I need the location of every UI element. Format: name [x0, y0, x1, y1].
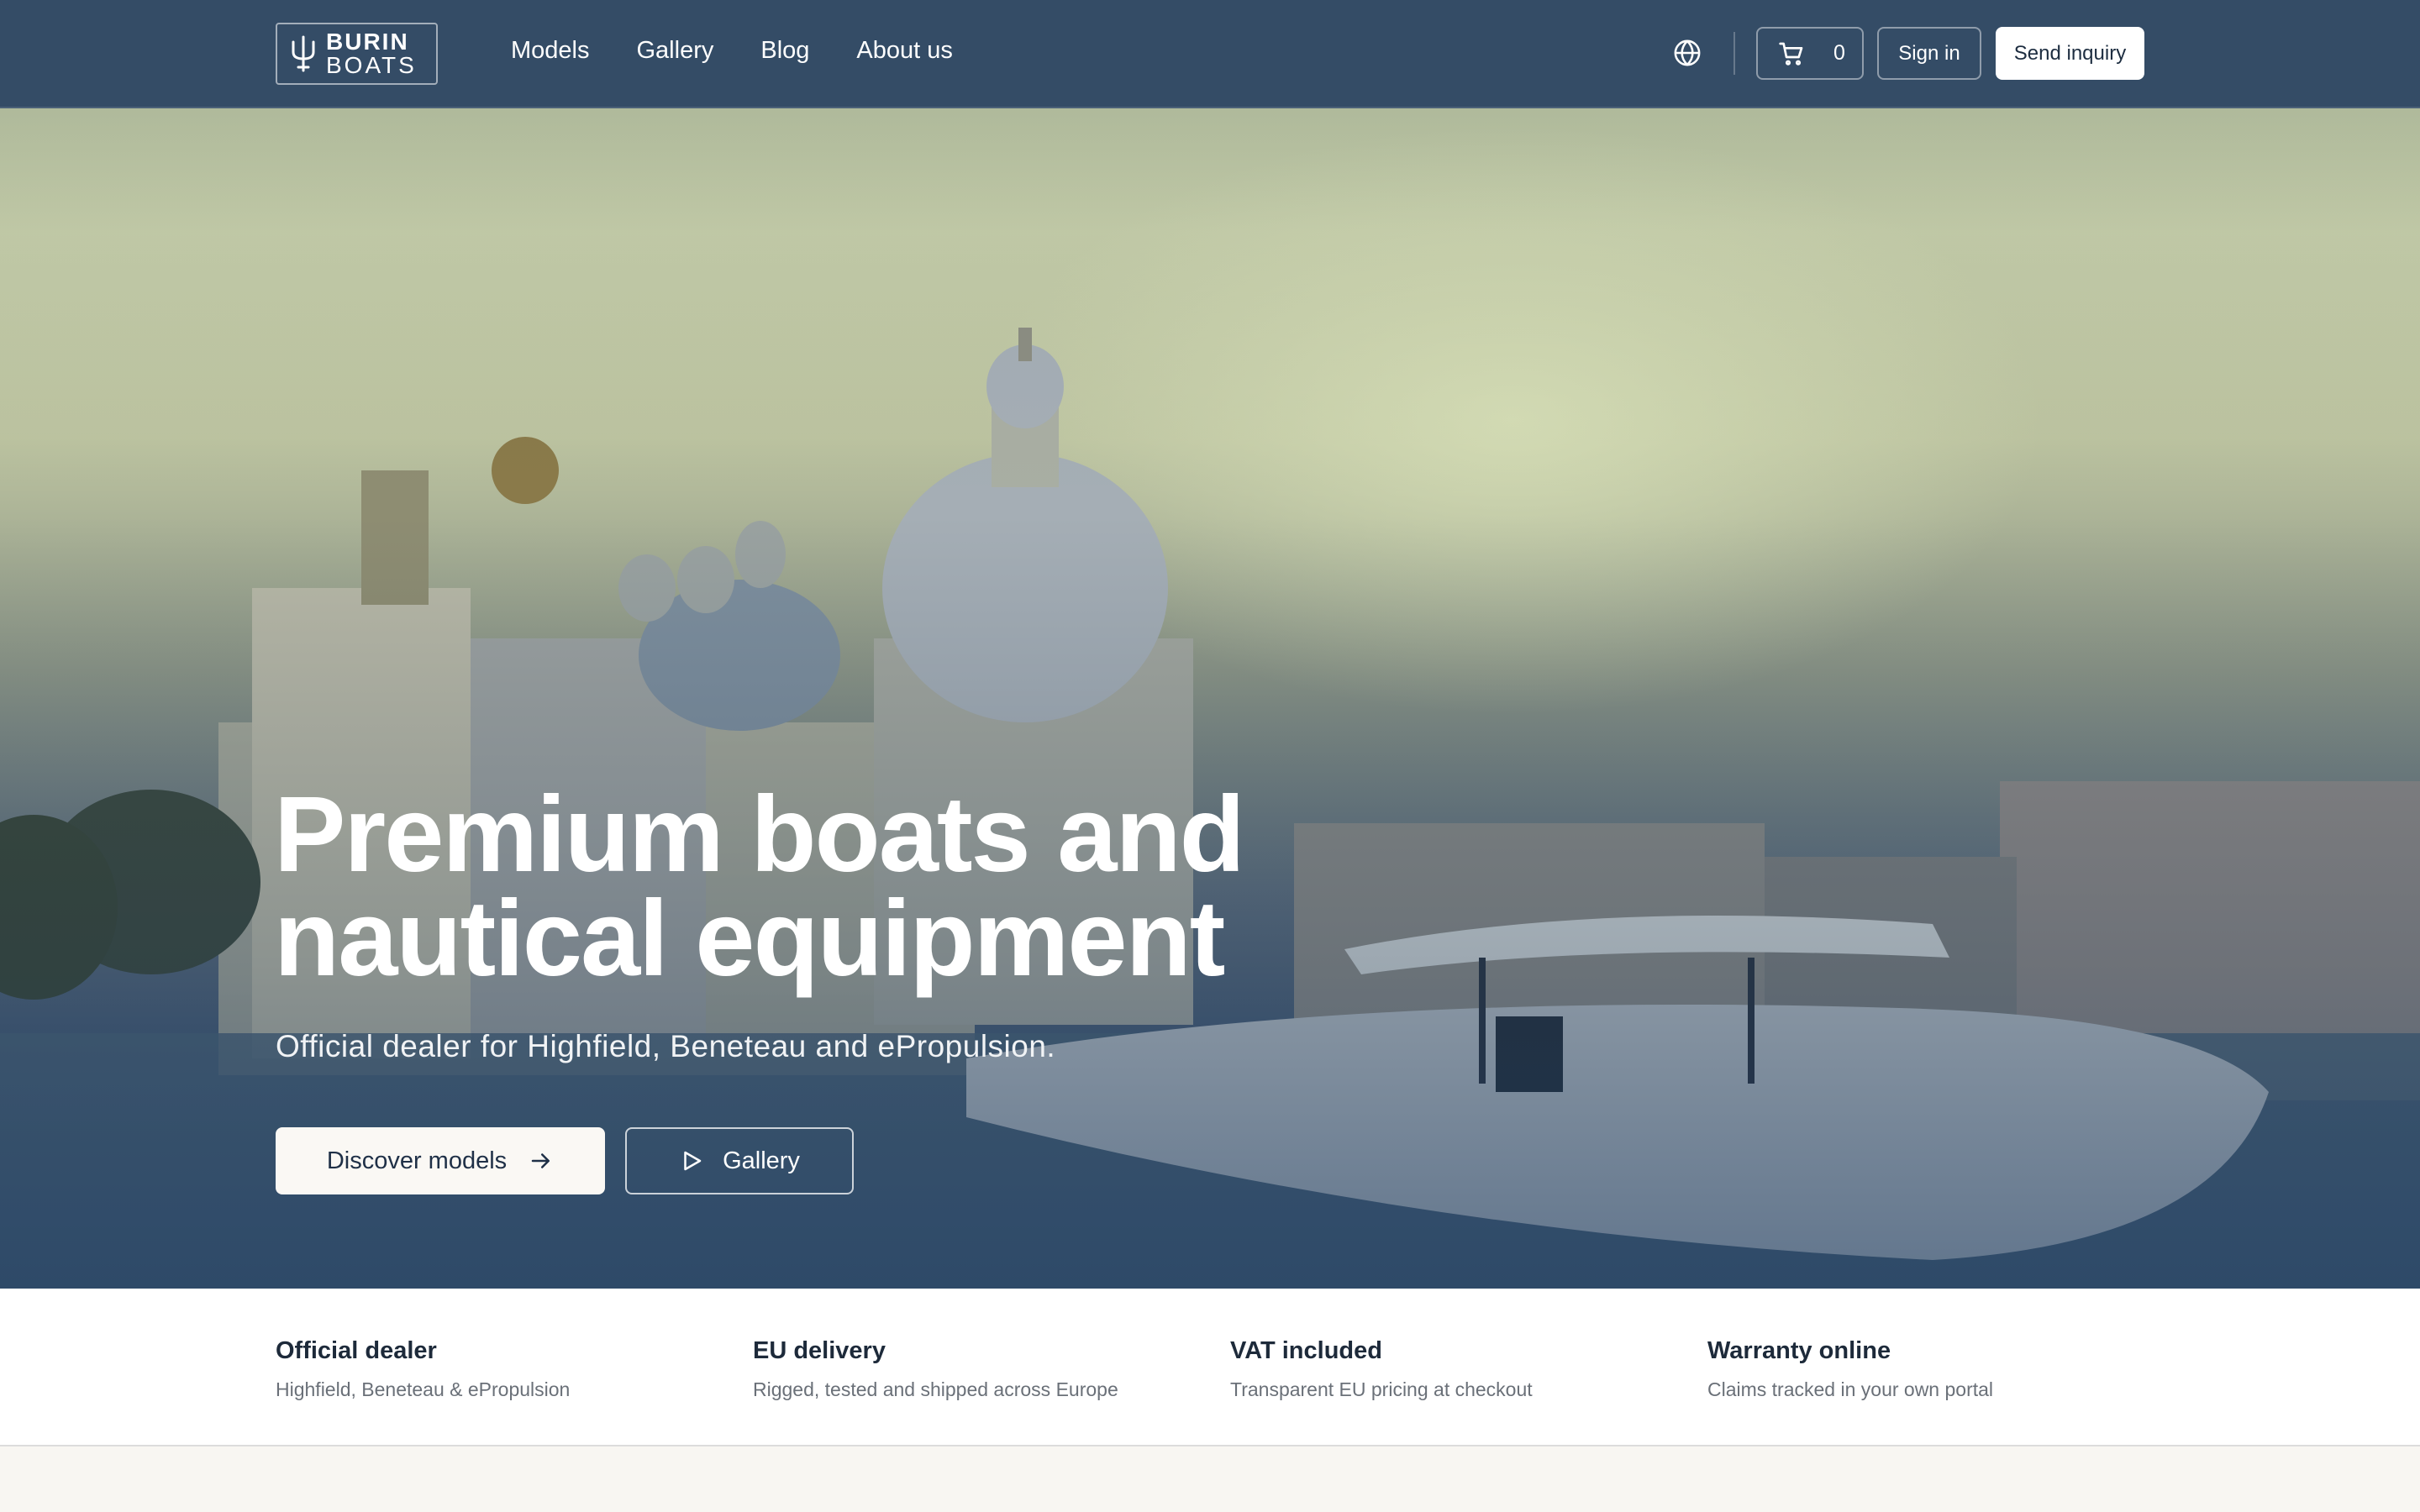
gallery-button-label: Gallery: [723, 1147, 800, 1174]
hero-overlay: [0, 0, 2420, 1289]
hero-title: Premium boats and nautical equipment: [274, 774, 1366, 999]
globe-icon[interactable]: [1673, 39, 1702, 67]
hero-section: Premium boats and nautical equipment Off…: [0, 0, 2420, 1289]
brand-line2: BOATS: [326, 52, 417, 78]
play-icon: [684, 1151, 702, 1171]
cart-icon: [1779, 42, 1803, 66]
cart-count: 0: [1833, 41, 1845, 65]
nav-link-models[interactable]: Models: [511, 37, 590, 65]
brand-name: BURIN BOATS: [326, 30, 417, 77]
top-navbar: BURIN BOATS Models Gallery Blog About us…: [0, 0, 2420, 108]
page-continuation: [0, 1447, 2420, 1512]
trident-icon: [292, 35, 315, 72]
discover-models-label: Discover models: [326, 1147, 508, 1174]
feature-title: Warranty online: [1707, 1337, 1891, 1364]
send-inquiry-button[interactable]: Send inquiry: [1996, 27, 2144, 80]
feature-title: Official dealer: [276, 1337, 437, 1364]
nav-link-blog[interactable]: Blog: [760, 37, 809, 65]
feature-item: Warranty online Claims tracked in your o…: [1707, 1337, 1993, 1401]
feature-title: EU delivery: [753, 1337, 886, 1364]
cart-button[interactable]: 0: [1756, 27, 1864, 80]
feature-item: EU delivery Rigged, tested and shipped a…: [753, 1337, 1118, 1401]
hero-title-line1: Premium boats and: [274, 774, 1245, 895]
feature-item: Official dealer Highfield, Beneteau & eP…: [276, 1337, 570, 1401]
feature-desc: Highfield, Beneteau & ePropulsion: [276, 1378, 571, 1400]
sign-in-button[interactable]: Sign in: [1877, 27, 1981, 80]
nav-link-gallery[interactable]: Gallery: [637, 37, 714, 65]
features-strip: Official dealer Highfield, Beneteau & eP…: [0, 1289, 2420, 1446]
nav-divider: [1733, 32, 1735, 75]
gallery-button[interactable]: Gallery: [625, 1127, 854, 1194]
feature-desc: Claims tracked in your own portal: [1707, 1378, 1994, 1400]
feature-desc: Rigged, tested and shipped across Europe: [753, 1378, 1118, 1400]
brand-logo[interactable]: BURIN BOATS: [276, 23, 438, 85]
main-nav: Models Gallery Blog About us: [511, 37, 1000, 65]
feature-title: VAT included: [1230, 1337, 1382, 1364]
feature-item: VAT included Transparent EU pricing at c…: [1230, 1337, 1533, 1401]
hero-title-line2: nautical equipment: [274, 879, 1225, 999]
arrow-right-icon: [531, 1153, 550, 1168]
discover-models-button[interactable]: Discover models: [276, 1127, 605, 1194]
feature-desc: Transparent EU pricing at checkout: [1230, 1378, 1533, 1400]
brand-line1: BURIN: [326, 29, 409, 55]
hero-subtitle: Official dealer for Highfield, Beneteau …: [276, 1029, 1056, 1063]
nav-link-about-us[interactable]: About us: [856, 37, 952, 65]
